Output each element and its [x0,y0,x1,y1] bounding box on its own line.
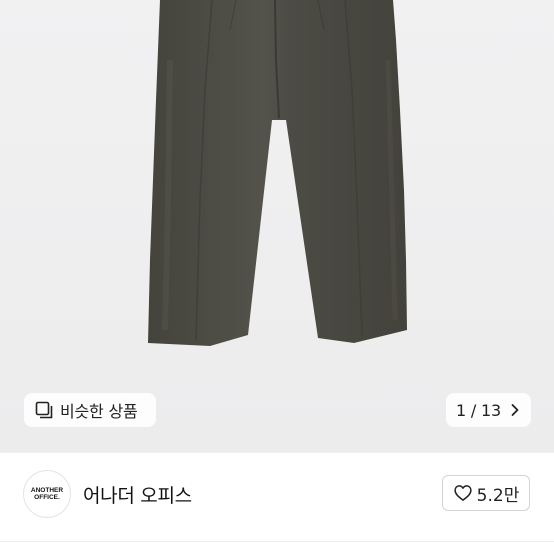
product-photo-pants [148,0,407,346]
shop-name[interactable]: 어나더 오피스 [83,481,192,508]
image-counter-button[interactable]: 1 / 13 [446,393,531,427]
similar-products-label: 비슷한 상품 [60,402,138,421]
divider [0,541,554,542]
shop-logo[interactable]: ANOTHER OFFICE. [23,470,71,518]
similar-products-button[interactable]: 비슷한 상품 [24,393,156,427]
image-counter: 1 / 13 [456,400,501,420]
chevron-right-icon [509,402,521,418]
heart-icon [453,483,473,503]
logo-text-line1: ANOTHER [30,487,64,494]
like-button[interactable]: 5.2만 [442,475,530,511]
like-count: 5.2만 [476,485,520,506]
logo-text-line2: OFFICE. [34,494,60,501]
similar-items-icon [34,400,54,420]
shop-info-row: ANOTHER OFFICE. 어나더 오피스 5.2만 [0,453,554,554]
product-image-area[interactable]: 비슷한 상품 1 / 13 [0,0,554,452]
